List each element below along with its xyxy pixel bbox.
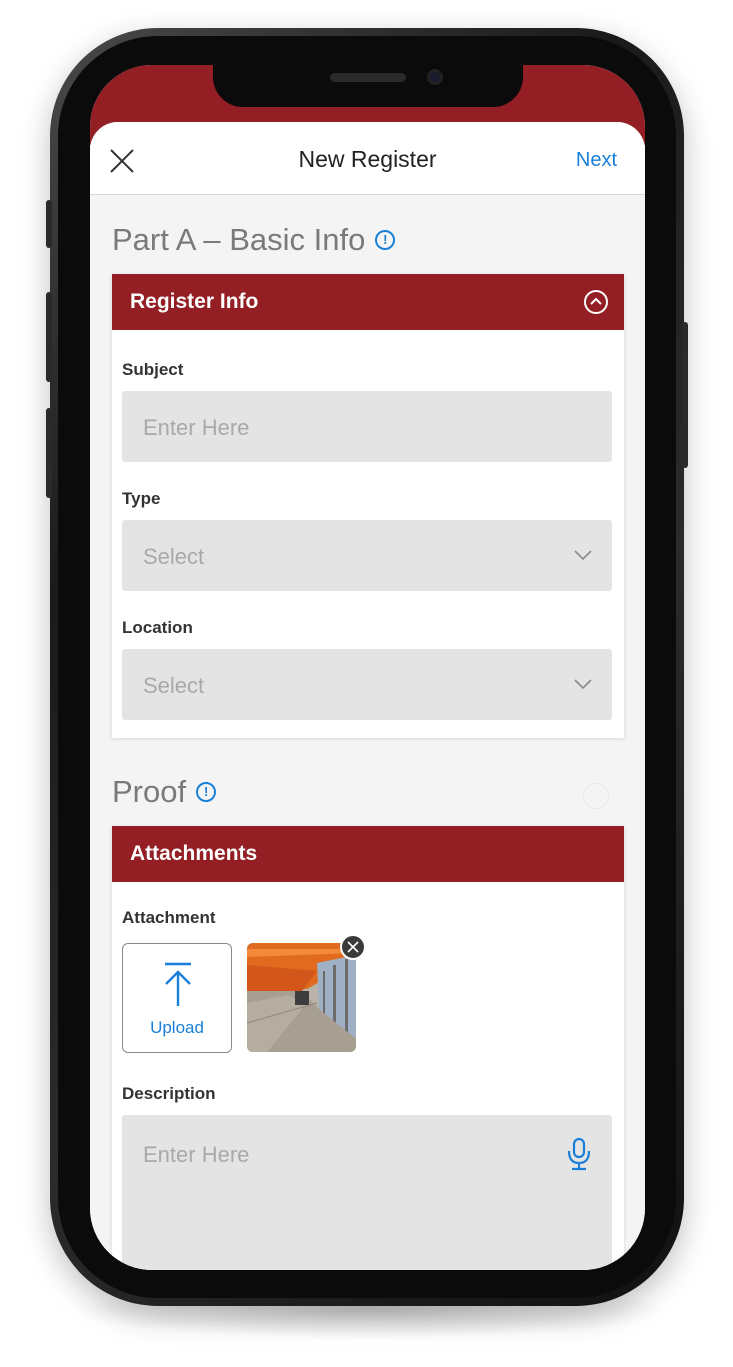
attachments-card: Attachments Attachment Upload Descriptio…: [112, 826, 624, 1270]
power-button: [682, 322, 688, 468]
speaker-grille: [330, 73, 406, 82]
collapse-ghost-icon: [583, 783, 609, 809]
volume-down-button: [46, 408, 52, 498]
section-title-part-a: Part A – Basic Info !: [112, 222, 396, 258]
chevron-down-icon: [574, 679, 592, 689]
next-button[interactable]: Next: [576, 149, 617, 172]
register-info-card: Register Info Subject Enter Here Type Se…: [112, 274, 624, 738]
remove-icon: [347, 941, 359, 953]
info-icon[interactable]: !: [196, 782, 217, 802]
nav-bar: New Register Next: [90, 122, 645, 195]
subject-label: Subject: [122, 360, 184, 379]
chevron-down-icon: [574, 550, 592, 560]
description-label: Description: [122, 1084, 216, 1103]
upload-button[interactable]: Upload: [122, 943, 232, 1053]
attachment-label: Attachment: [122, 908, 216, 927]
front-camera: [427, 69, 443, 85]
subject-input[interactable]: Enter Here: [122, 391, 612, 462]
microphone-icon[interactable]: [566, 1137, 592, 1171]
notch: [213, 65, 523, 107]
nav-title: New Register: [298, 146, 437, 172]
section-title-text: Proof: [112, 774, 187, 809]
location-label: Location: [122, 618, 193, 637]
description-placeholder: Enter Here: [143, 1142, 250, 1167]
location-select[interactable]: Select: [122, 649, 612, 720]
location-placeholder: Select: [143, 673, 205, 698]
collapse-up-icon[interactable]: [584, 290, 608, 314]
section-title-text: Part A – Basic Info: [112, 222, 366, 257]
attachment-image: [247, 943, 356, 1052]
remove-attachment-button[interactable]: [340, 934, 366, 960]
volume-up-button: [46, 292, 52, 382]
silent-switch: [46, 200, 52, 248]
card-title: Register Info: [130, 290, 259, 313]
description-input[interactable]: Enter Here: [122, 1115, 612, 1270]
upload-label: Upload: [150, 1018, 204, 1037]
phone-screen: New Register Next Part A – Basic Info ! …: [90, 65, 645, 1270]
type-select[interactable]: Select: [122, 520, 612, 591]
attachment-thumbnail[interactable]: [247, 943, 356, 1052]
type-placeholder: Select: [143, 544, 205, 569]
register-info-header[interactable]: Register Info: [112, 274, 624, 330]
modal-sheet: New Register Next Part A – Basic Info ! …: [90, 122, 645, 1270]
subject-placeholder: Enter Here: [143, 415, 250, 440]
type-label: Type: [122, 489, 161, 508]
info-icon[interactable]: !: [375, 230, 396, 250]
section-title-proof: Proof !: [112, 774, 217, 810]
upload-icon: [165, 962, 191, 1006]
attachments-header[interactable]: Attachments: [112, 826, 624, 882]
card-title: Attachments: [130, 842, 258, 865]
